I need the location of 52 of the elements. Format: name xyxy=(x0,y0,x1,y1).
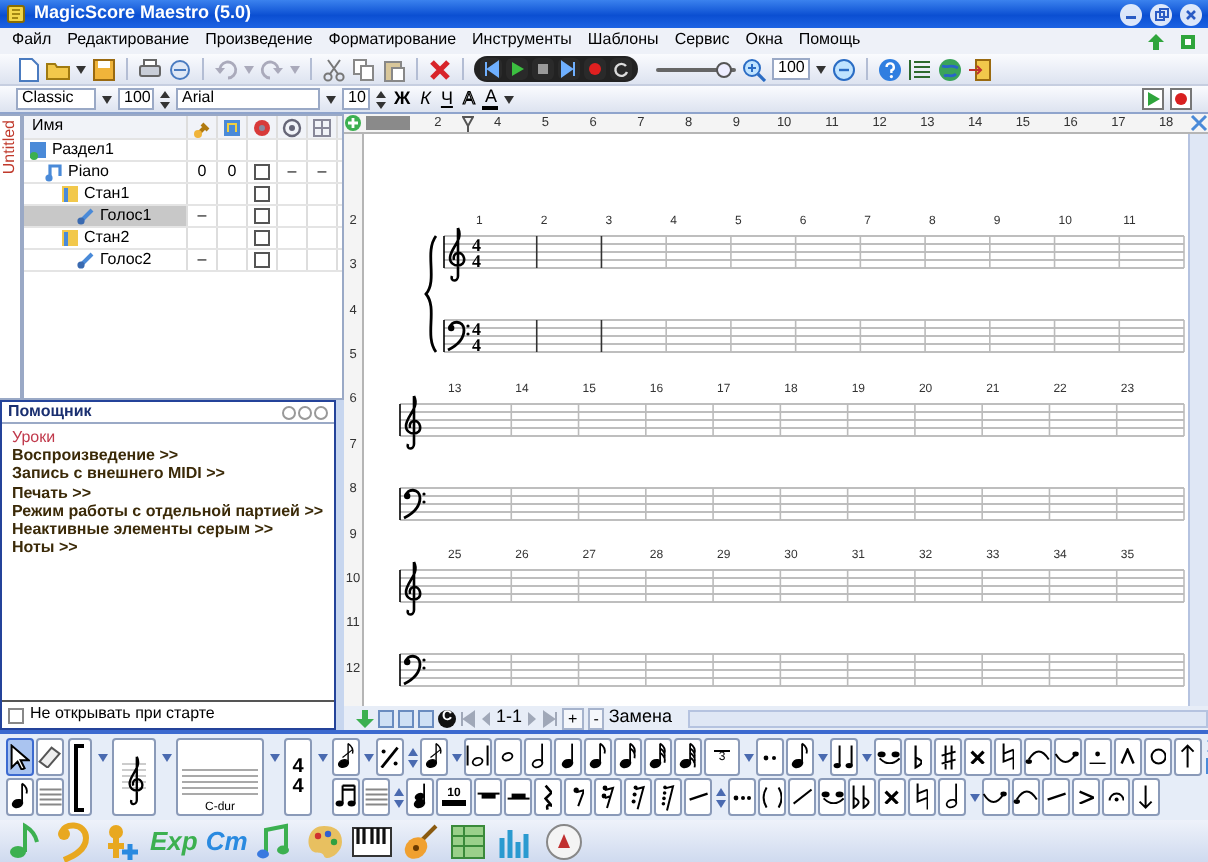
panel-title: Помощник xyxy=(8,403,92,421)
menu-item[interactable]: Произведение xyxy=(205,32,313,50)
tree-item[interactable]: Стан1 xyxy=(24,184,188,204)
italic-button[interactable]: К xyxy=(418,90,433,108)
underline-button[interactable]: Ч xyxy=(438,90,455,108)
tree-item[interactable]: Голос1 xyxy=(24,206,188,226)
column-header: Имя xyxy=(32,118,64,136)
window-title: MagicScore Maestro (5.0) xyxy=(34,4,252,24)
edit-mode-label: Замена xyxy=(608,708,672,728)
menu-item[interactable]: Помощь xyxy=(798,32,861,50)
help-link[interactable]: Воспроизведение >> xyxy=(6,446,328,465)
menu-item[interactable]: Шаблоны xyxy=(587,32,659,50)
help-link[interactable]: Неактивные элементы серым >> xyxy=(6,519,328,539)
remove-page-button[interactable]: - xyxy=(587,707,605,729)
help-link[interactable]: Уроки xyxy=(6,428,328,447)
page-indicator: 1-1 xyxy=(496,708,523,728)
font-size-field[interactable]: 10 xyxy=(342,88,370,110)
scale-field[interactable]: 100 xyxy=(118,88,154,110)
menu-item[interactable]: Редактирование xyxy=(67,32,190,50)
time-signature: 4 xyxy=(472,319,481,339)
menu-item[interactable]: Окна xyxy=(745,32,783,50)
tree-item[interactable]: Стан2 xyxy=(24,228,188,248)
table-cell: 0 xyxy=(218,162,248,182)
table-cell: 0 xyxy=(188,162,218,182)
menu-item[interactable]: Инструменты xyxy=(472,32,572,50)
menu-item[interactable]: Сервис xyxy=(674,32,730,50)
color-button[interactable]: А xyxy=(482,88,499,110)
help-link[interactable]: Запись с внешнего MIDI >> xyxy=(6,464,328,484)
help-link[interactable]: Печать >> xyxy=(6,483,328,502)
font-combo[interactable]: Arial xyxy=(176,88,320,110)
help-link[interactable]: Ноты >> xyxy=(6,538,328,557)
zoom-combo[interactable]: 100 xyxy=(772,58,811,80)
add-page-button[interactable]: + xyxy=(562,707,584,729)
checkbox-label: Не открывать при старте xyxy=(30,706,215,724)
table-cell: – xyxy=(278,162,308,182)
document-tab[interactable]: Untitled xyxy=(1,120,19,175)
tree-item[interactable]: Piano xyxy=(24,162,188,182)
bold-button[interactable]: Ж xyxy=(392,90,413,108)
table-cell: – xyxy=(308,162,338,182)
time-signature: 4 xyxy=(472,251,481,271)
time-signature: 4 xyxy=(472,335,481,355)
table-cell: – xyxy=(188,250,218,270)
menu-item[interactable]: Файл xyxy=(12,32,52,50)
time-signature: 4 xyxy=(472,235,481,255)
help-link[interactable]: Режим работы с отдельной партией >> xyxy=(6,501,328,520)
time-signature-button[interactable]: 4 4 xyxy=(284,738,312,816)
style-combo[interactable]: Classic xyxy=(16,88,96,110)
tree-item[interactable]: Голос2 xyxy=(24,250,188,270)
table-cell: – xyxy=(188,206,218,226)
outline-button[interactable]: А xyxy=(460,90,477,108)
menu-item[interactable]: Форматирование xyxy=(328,32,457,50)
tree-item[interactable]: Раздел1 xyxy=(24,140,188,160)
